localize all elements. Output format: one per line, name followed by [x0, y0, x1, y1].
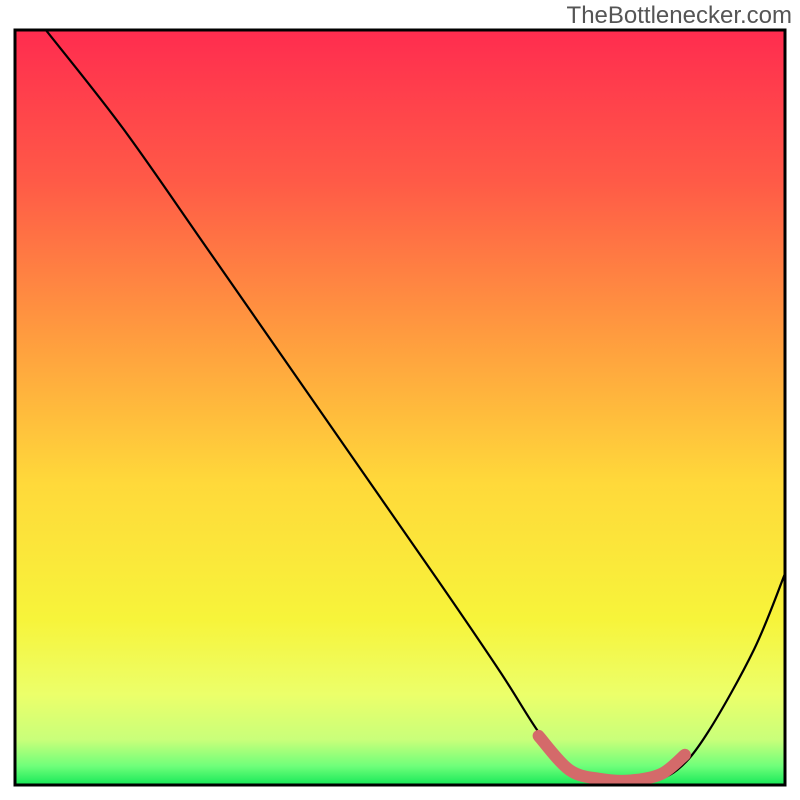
gradient-background	[15, 30, 785, 785]
watermark-text: TheBottlenecker.com	[567, 2, 792, 30]
bottleneck-chart	[0, 0, 800, 800]
chart-container: TheBottlenecker.com	[0, 0, 800, 800]
